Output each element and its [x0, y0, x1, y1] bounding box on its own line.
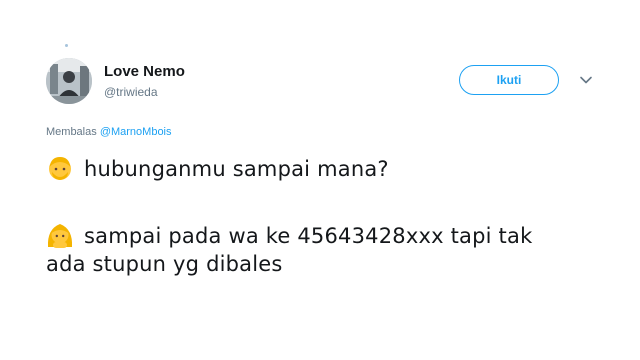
tweet-line-2-text: sampai pada wa ke 45643428xxx tapi tak	[84, 224, 533, 248]
avatar[interactable]	[46, 58, 92, 104]
tweet-card: Love Nemo @triwieda Ikuti Membalas @Marn…	[0, 0, 640, 360]
tweet-line-1: hubunganmu sampai mana?	[46, 154, 389, 184]
tweet-line-3: ada stupun yg dibales	[46, 250, 283, 279]
user-block: Love Nemo @triwieda	[104, 63, 185, 100]
profile-photo-icon	[46, 58, 92, 104]
display-name[interactable]: Love Nemo	[104, 63, 185, 81]
reply-context: Membalas @MarnoMbois	[46, 126, 172, 138]
reply-prefix: Membalas	[46, 126, 97, 138]
tweet-line-1-text: hubunganmu sampai mana?	[84, 157, 389, 181]
tweet-line-3-text: ada stupun yg dibales	[46, 252, 283, 276]
user-handle[interactable]: @triwieda	[104, 84, 185, 100]
thread-dot	[65, 44, 68, 47]
follow-button[interactable]: Ikuti	[459, 65, 559, 95]
chevron-down-icon[interactable]	[578, 72, 594, 88]
reply-mention-link[interactable]: @MarnoMbois	[100, 126, 172, 138]
tweet-line-2: sampai pada wa ke 45643428xxx tapi tak	[46, 221, 532, 251]
man-emoji-icon	[49, 157, 71, 180]
girl-emoji-icon	[47, 224, 73, 248]
